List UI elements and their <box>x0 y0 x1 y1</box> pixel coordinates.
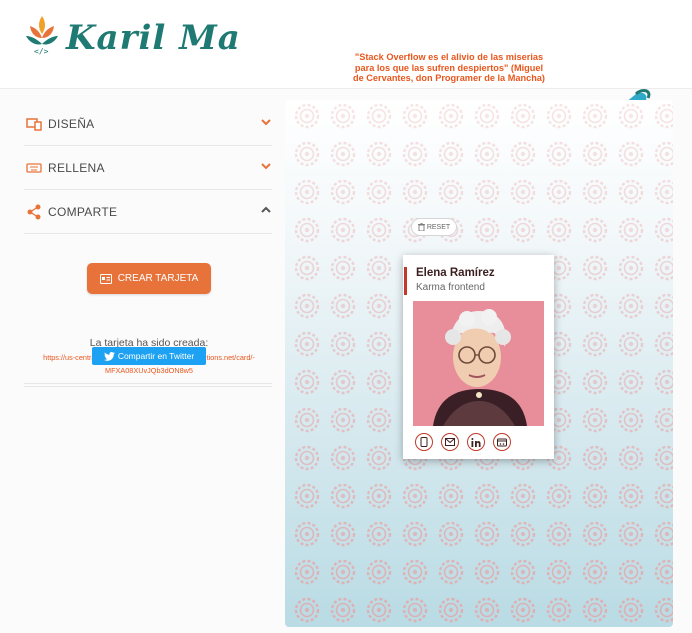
linkedin-icon[interactable] <box>467 433 485 451</box>
card-name: Elena Ramírez <box>416 267 495 279</box>
social-links <box>415 433 511 451</box>
card-preview-area: RESET Elena Ramírez Karma frontend <box>285 100 673 627</box>
github-icon[interactable] <box>493 433 511 451</box>
profile-card: Elena Ramírez Karma frontend <box>403 255 554 459</box>
reset-button[interactable]: RESET <box>411 218 457 236</box>
trash-icon <box>417 223 425 231</box>
email-icon[interactable] <box>441 433 459 451</box>
share-twitter-button[interactable]: Compartir en Twitter <box>92 347 206 365</box>
palette-icon <box>26 117 42 131</box>
card-accent-bar <box>404 267 407 295</box>
divider <box>24 383 272 384</box>
section-fill-label: RELLENA <box>48 160 105 175</box>
brand-name[interactable]: Karil Ma <box>66 18 241 58</box>
card-job: Karma frontend <box>416 282 485 293</box>
section-share[interactable]: COMPARTE <box>24 190 272 234</box>
create-card-button[interactable]: CREAR TARJETA <box>87 263 211 294</box>
twitter-button-label: Compartir en Twitter <box>117 351 195 361</box>
section-share-label: COMPARTE <box>48 204 118 219</box>
chevron-up-icon[interactable] <box>260 204 272 216</box>
create-card-label: CREAR TARJETA <box>117 273 199 284</box>
section-design[interactable]: DISEÑA <box>24 102 272 146</box>
header-quote: "Stack Overflow es el alivio de las mise… <box>353 52 545 83</box>
chevron-down-icon[interactable] <box>260 116 272 128</box>
keyboard-icon <box>26 162 42 173</box>
app-header: </> Karil Ma "Stack Overflow es el alivi… <box>0 0 692 144</box>
profile-photo <box>413 301 544 426</box>
chevron-down-icon[interactable] <box>260 160 272 172</box>
lotus-code-icon: </> <box>26 16 58 56</box>
svg-text:</>: </> <box>34 47 49 56</box>
reset-label: RESET <box>426 223 451 231</box>
id-card-icon <box>99 273 112 284</box>
card-link-line2[interactable]: MFXA08XUvJQb3dON8w5 <box>24 364 274 377</box>
mobile-icon[interactable] <box>415 433 433 451</box>
twitter-icon <box>103 351 115 361</box>
section-fill[interactable]: RELLENA <box>24 146 272 190</box>
form-panel: DISEÑA RELLENA COMPARTE CREAR TARJETA La… <box>24 102 272 387</box>
share-icon <box>27 204 41 219</box>
section-design-label: DISEÑA <box>48 116 95 131</box>
